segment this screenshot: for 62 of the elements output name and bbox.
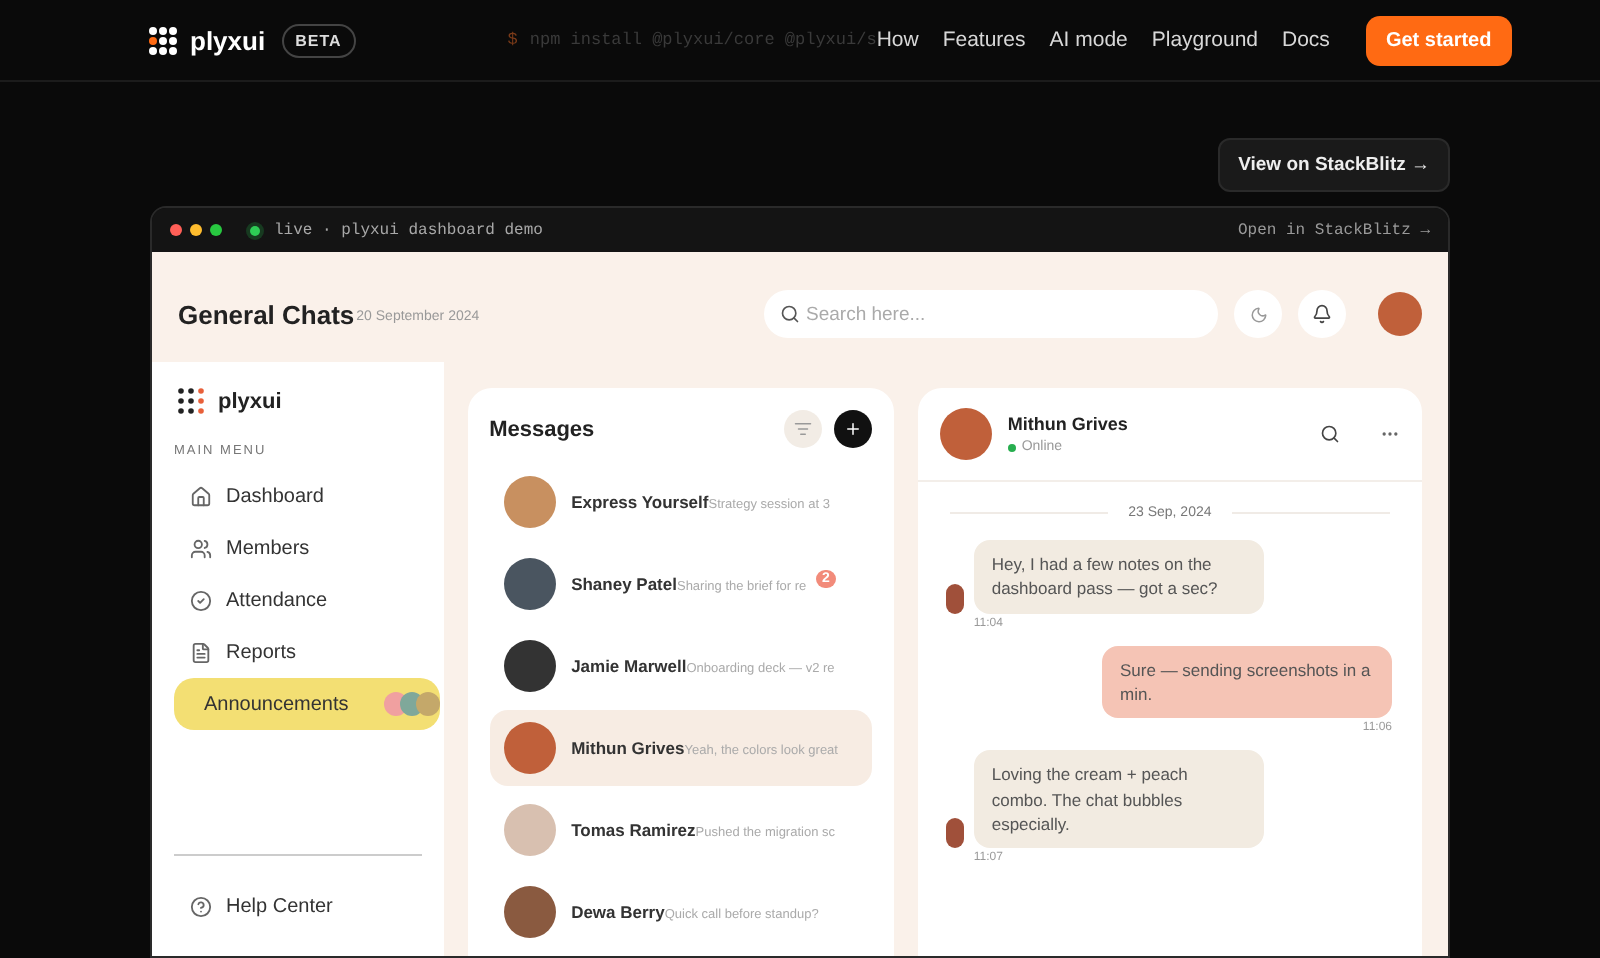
sender-avatar — [945, 818, 964, 849]
contact-avatar — [503, 640, 556, 692]
nav-link[interactable]: Docs — [1282, 28, 1330, 52]
nav-link[interactable]: Features — [942, 28, 1026, 52]
sidebar-item[interactable]: Attendance — [174, 574, 422, 626]
user-avatar[interactable] — [1378, 292, 1422, 336]
search-icon — [1320, 424, 1340, 444]
contact-avatar — [503, 558, 556, 610]
live-dot — [250, 225, 260, 235]
nav-link[interactable]: AI mode — [1049, 28, 1128, 52]
menu-icon — [190, 589, 212, 611]
logo-icon — [176, 386, 206, 416]
nav-link[interactable]: Playground — [1151, 28, 1258, 52]
open-link[interactable]: Open in StackBlitz → — [1237, 221, 1430, 239]
contact-avatar — [503, 722, 556, 774]
beta-badge: BETA — [281, 23, 356, 57]
bell-icon — [1312, 304, 1332, 324]
sidebar-item[interactable]: Dashboard — [174, 470, 422, 522]
maximize-dot[interactable] — [210, 224, 222, 236]
stackblitz-button[interactable]: View on StackBlitz → — [1218, 138, 1450, 192]
contact-name: Tomas Ramirez — [571, 820, 696, 840]
contact-avatar — [503, 476, 556, 528]
panel-title: Messages — [489, 417, 595, 441]
nav-link[interactable]: How — [876, 28, 919, 52]
help-icon — [190, 895, 212, 917]
close-dot[interactable] — [170, 224, 182, 236]
sender-avatar — [945, 583, 964, 614]
prompt-symbol: $ — [507, 30, 518, 50]
filter-icon — [793, 420, 812, 438]
contact-name: Mithun Grives — [571, 738, 685, 758]
sidebar-item[interactable]: Members — [174, 522, 422, 574]
avatar-stack — [383, 692, 440, 716]
sidebar-item[interactable]: Reports — [174, 626, 422, 678]
received-message: Loving the cream + peach combo. The chat bubbles especially. — [973, 750, 1264, 849]
add-button[interactable] — [833, 410, 872, 448]
contact-name: Dewa Berry — [571, 902, 665, 922]
moon-icon — [1249, 305, 1267, 323]
sent-message: Sure — sending screenshots in a min. — [1102, 645, 1392, 719]
sidebar-item[interactable]: Help Center — [174, 880, 422, 932]
sidebar-item[interactable]: Announcements — [174, 678, 440, 730]
search-button[interactable] — [1320, 424, 1340, 444]
logo-icon — [148, 25, 178, 55]
contact-name: Jamie Marwell — [571, 656, 687, 676]
search-field[interactable]: Search here... — [764, 290, 1218, 338]
contact-name: Shaney Patel — [571, 574, 677, 594]
menu-icon — [190, 537, 212, 559]
received-message: Hey, I had a few notes on the dashboard pass — got a sec? — [973, 540, 1264, 614]
page-title: General Chats — [178, 299, 355, 329]
chat-contact-name: Mithun Grives — [1007, 414, 1128, 434]
contact-avatar — [503, 804, 556, 856]
brand-name[interactable]: plyxui — [190, 25, 266, 55]
plus-icon — [843, 420, 862, 438]
contact-avatar — [939, 408, 992, 460]
sidebar-brand: plyxui — [218, 389, 282, 413]
menu-icon — [190, 641, 212, 663]
menu-icon — [190, 485, 212, 507]
demo-title: live · plyxui dashboard demo — [274, 221, 543, 239]
minimize-dot[interactable] — [190, 224, 202, 236]
contact-avatar — [503, 886, 556, 938]
notifications-button[interactable] — [1298, 290, 1346, 338]
search-icon — [780, 304, 800, 324]
contact-name: Express Yourself — [571, 492, 709, 512]
